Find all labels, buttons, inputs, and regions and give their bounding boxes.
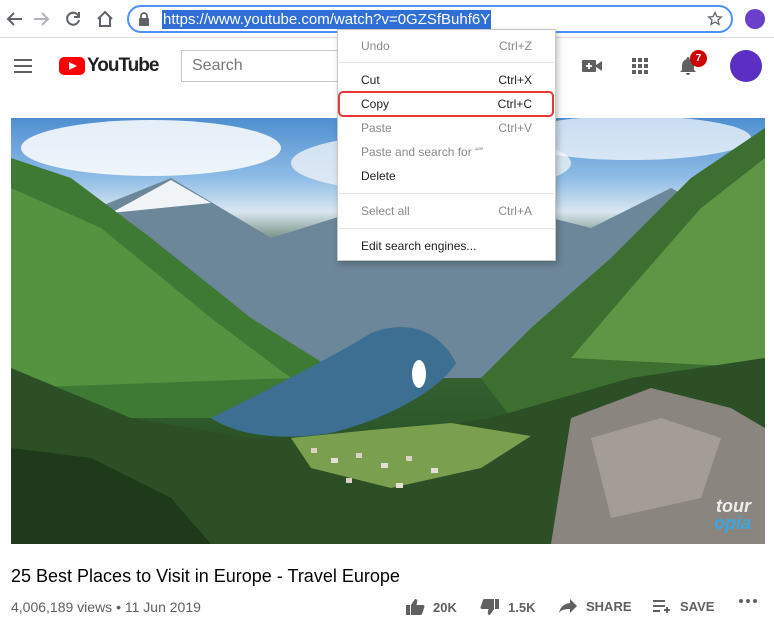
arrow-left-icon [6,12,22,26]
dislike-count: 1.5K [508,599,536,615]
menu-item-undo[interactable]: Undo Ctrl+Z [338,35,555,57]
menu-separator [339,193,554,194]
more-actions-button[interactable] [738,598,766,604]
menu-item-delete[interactable]: Delete [338,165,555,187]
upload-date: 11 Jun 2019 [124,599,201,615]
share-label: SHARE [586,598,632,614]
menu-icon[interactable] [12,55,34,77]
search-box [181,50,341,82]
home-button[interactable] [92,6,118,32]
context-menu: Undo Ctrl+Z Cut Ctrl+X Copy Ctrl+C Paste… [337,29,556,261]
youtube-brand-text: YouTube [87,55,159,76]
apps-grid-icon [632,58,648,74]
create-video-button[interactable] [580,54,604,78]
arrow-right-icon [34,12,50,26]
home-icon [97,10,113,27]
more-horizontal-icon [739,599,757,603]
like-button[interactable]: 20K [405,598,457,616]
share-button[interactable]: SHARE [558,598,632,614]
share-arrow-icon [559,599,577,613]
notification-count-badge: 7 [690,50,707,67]
menu-item-edit-search-engines[interactable]: Edit search engines... [338,235,555,257]
reload-button[interactable] [60,6,86,32]
meta-separator: • [116,599,121,615]
save-button[interactable]: SAVE [652,598,714,614]
youtube-play-icon [59,57,85,75]
menu-item-paste[interactable]: Paste Ctrl+V [338,117,555,139]
forward-button[interactable] [28,6,54,32]
playlist-add-icon [653,600,670,613]
lock-icon [138,12,150,31]
menu-separator [339,228,554,229]
video-camera-plus-icon [582,60,602,72]
copy-highlight-outline [338,91,554,117]
search-input[interactable] [182,51,341,81]
video-title: 25 Best Places to Visit in Europe - Trav… [11,566,400,586]
video-meta: 4,006,189 views • 11 Jun 2019 [11,599,201,615]
tourpia-watermark: tour opia [713,496,751,533]
url-text-selected[interactable]: https://www.youtube.com/watch?v=0GZSfBuh… [162,10,492,29]
thumbs-down-icon [480,599,499,615]
user-avatar[interactable] [730,50,762,82]
menu-item-paste-and-search[interactable]: Paste and search for “” [338,141,555,163]
thumbs-up-icon [406,599,425,615]
menu-item-cut[interactable]: Cut Ctrl+X [338,69,555,91]
like-count: 20K [433,599,457,615]
apps-button[interactable] [628,54,652,78]
menu-item-select-all[interactable]: Select all Ctrl+A [338,200,555,222]
bookmark-star-icon[interactable] [707,10,723,32]
back-button[interactable] [2,6,28,32]
view-count: 4,006,189 views [11,599,113,615]
save-label: SAVE [680,598,715,614]
youtube-logo[interactable]: YouTube [59,54,159,78]
dislike-button[interactable]: 1.5K [480,598,535,616]
reload-icon [66,11,80,26]
browser-profile-avatar[interactable] [745,9,765,29]
menu-separator [339,62,554,63]
